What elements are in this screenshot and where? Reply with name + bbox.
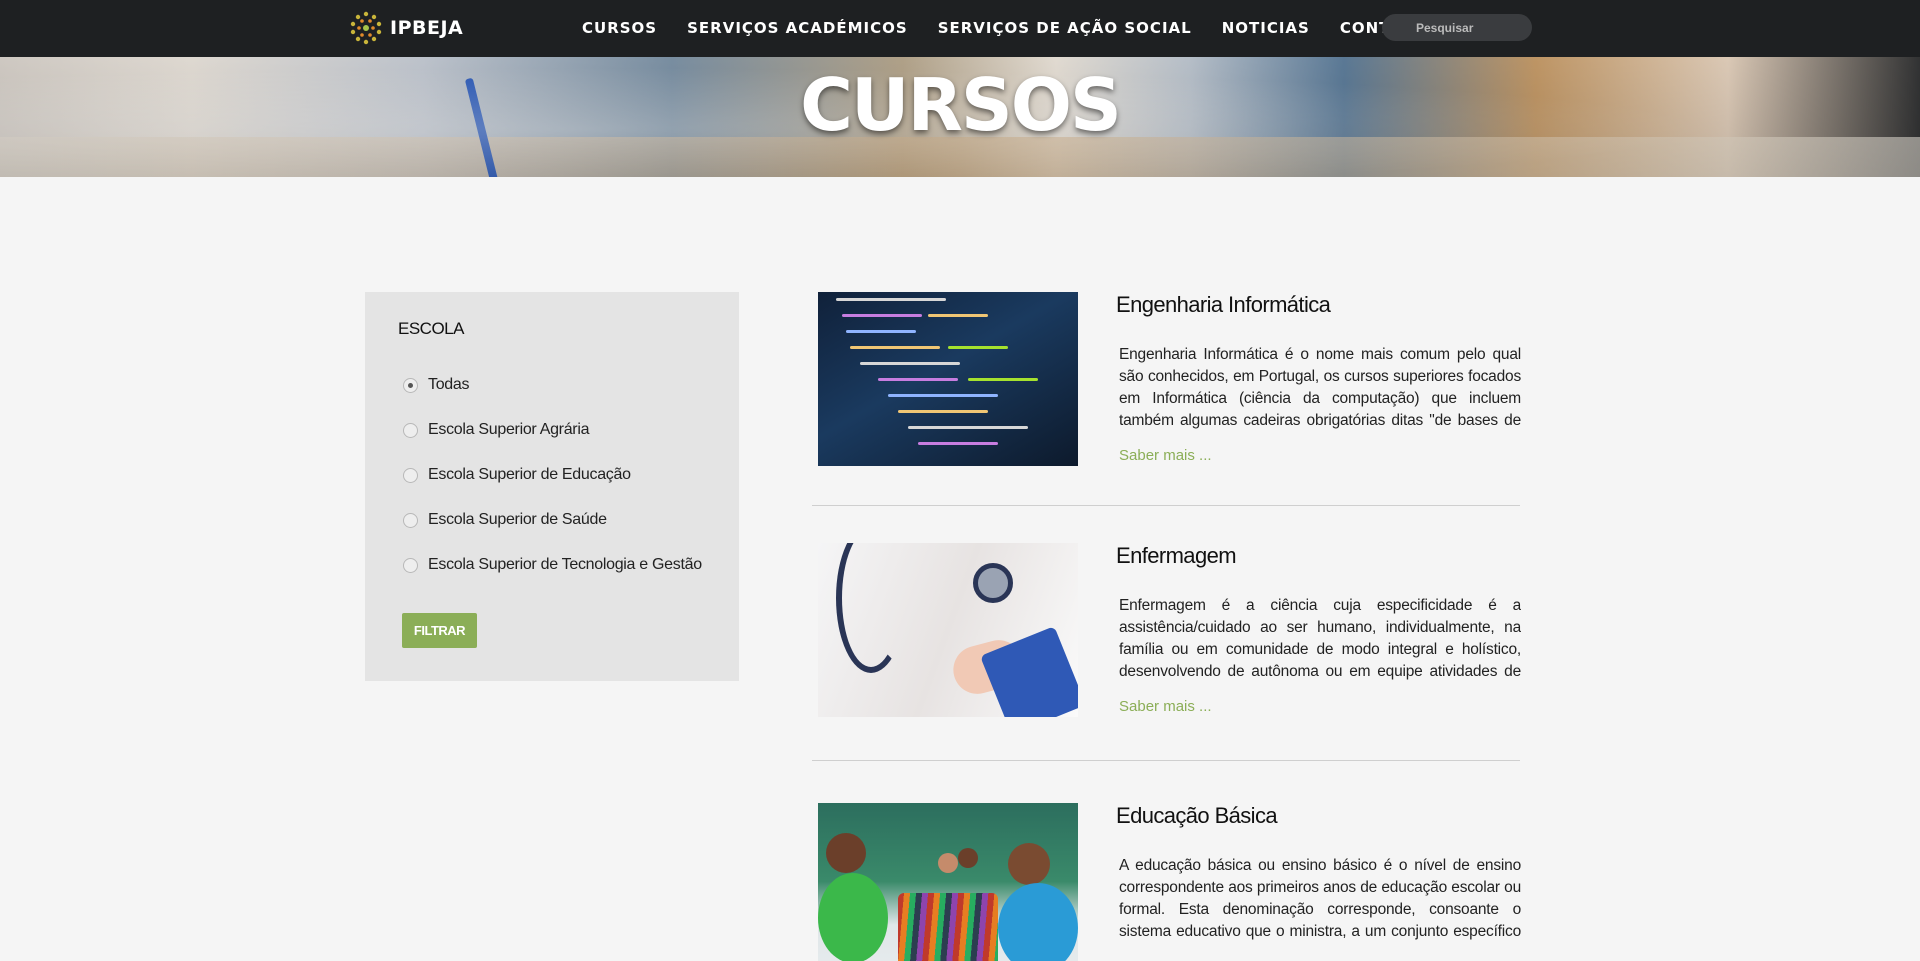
filter-option-tecnologia-gestao[interactable]: Escola Superior de Tecnologia e Gestão	[403, 556, 702, 574]
filter-option-agraria[interactable]: Escola Superior Agrária	[403, 421, 589, 439]
course-title[interactable]: Enfermagem	[1116, 543, 1237, 569]
nav-item-servicos-acao-social[interactable]: SERVIÇOS DE AÇÃO SOCIAL	[938, 19, 1192, 37]
course-title[interactable]: Engenharia Informática	[1116, 292, 1331, 318]
radio-button[interactable]	[403, 512, 418, 528]
radio-button[interactable]	[403, 467, 418, 483]
course-image-classroom[interactable]	[818, 803, 1078, 961]
radio-button[interactable]	[403, 422, 418, 438]
sunburst-logo-icon	[350, 11, 382, 45]
filter-heading: ESCOLA	[398, 319, 464, 338]
page-title: CURSOS	[800, 63, 1122, 147]
divider	[812, 760, 1520, 761]
school-filter-panel: ESCOLA Todas Escola Superior Agrária Esc…	[365, 292, 739, 681]
course-description: Enfermagem é a ciência cuja especificida…	[1119, 597, 1521, 680]
search-input[interactable]	[1382, 14, 1532, 41]
main-menu: CURSOS SERVIÇOS ACADÉMICOS SERVIÇOS DE A…	[582, 19, 1481, 37]
filter-button[interactable]: FILTRAR	[402, 613, 477, 648]
brand-logo[interactable]: IPBEJA	[348, 8, 463, 48]
radio-button[interactable]	[403, 557, 418, 573]
course-description: A educação básica ou ensino básico é o n…	[1119, 857, 1521, 940]
saber-mais-link[interactable]: Saber mais ...	[1119, 447, 1212, 464]
radio-button-selected[interactable]	[403, 377, 418, 393]
course-title[interactable]: Educação Básica	[1116, 803, 1278, 829]
filter-option-educacao[interactable]: Escola Superior de Educação	[403, 466, 631, 484]
saber-mais-link[interactable]: Saber mais ...	[1119, 698, 1212, 715]
top-navigation-bar: IPBEJA CURSOS SERVIÇOS ACADÉMICOS SERVIÇ…	[0, 0, 1920, 57]
course-image-code-editor[interactable]	[818, 292, 1078, 466]
course-description: Engenharia Informática é o nome mais com…	[1119, 346, 1521, 429]
course-image-nurse[interactable]	[818, 543, 1078, 717]
nav-item-noticias[interactable]: NOTICIAS	[1222, 19, 1310, 37]
filter-option-saude[interactable]: Escola Superior de Saúde	[403, 511, 607, 529]
hero-banner: CURSOS	[0, 57, 1920, 177]
nav-item-servicos-academicos[interactable]: SERVIÇOS ACADÉMICOS	[687, 19, 908, 37]
divider	[812, 505, 1520, 506]
brand-name: IPBEJA	[390, 17, 464, 39]
nav-item-cursos[interactable]: CURSOS	[582, 19, 657, 37]
filter-option-todas[interactable]: Todas	[403, 376, 470, 394]
